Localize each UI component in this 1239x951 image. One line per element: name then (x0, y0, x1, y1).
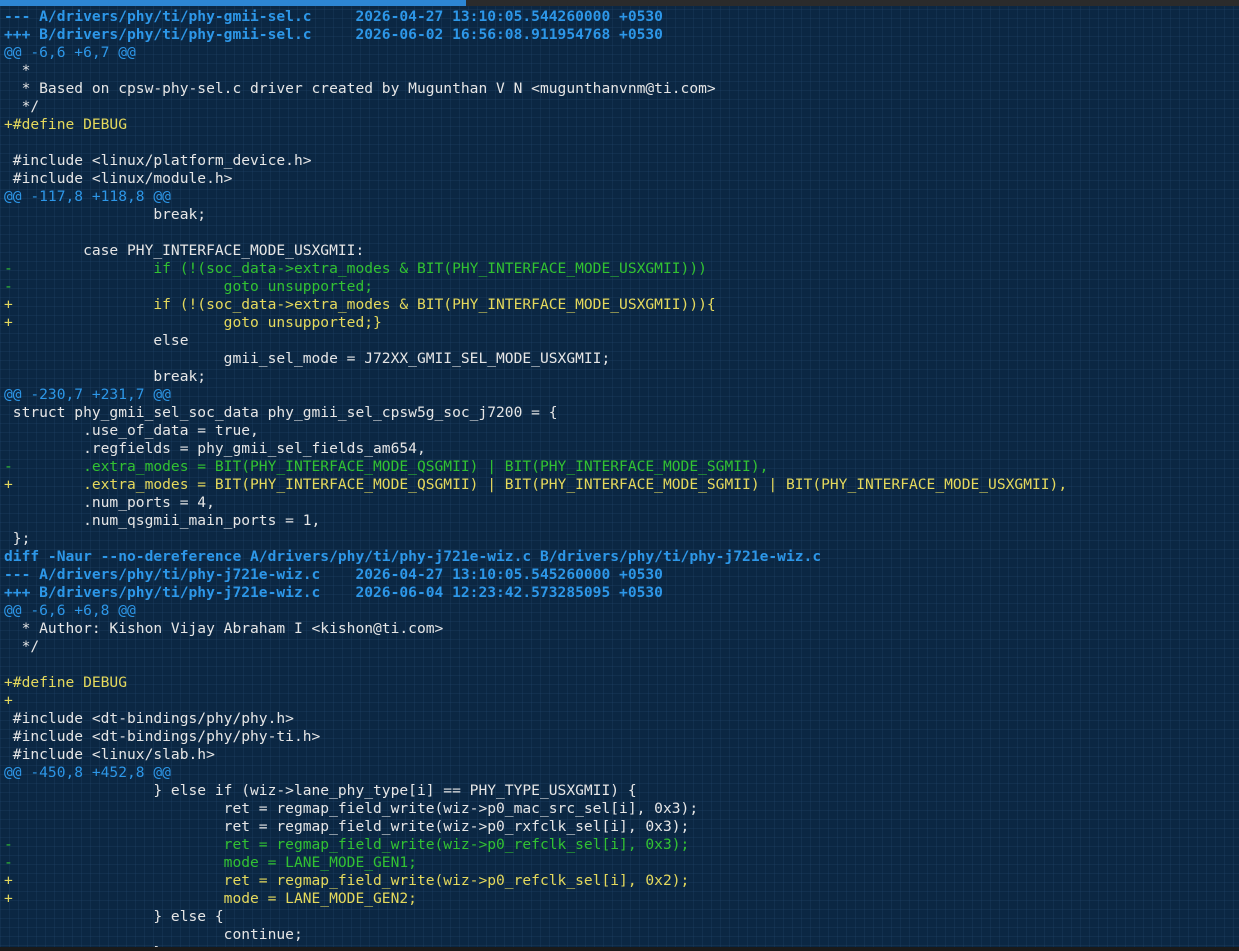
diff-output[interactable]: --- A/drivers/phy/ti/phy-gmii-sel.c 2026… (4, 8, 1234, 948)
diff-removed-line: - goto unsupported; (4, 278, 374, 295)
diff-context-line: #include <linux/slab.h> (4, 746, 215, 763)
diff-context-line: break; (4, 206, 207, 223)
terminal-window[interactable]: --- A/drivers/phy/ti/phy-gmii-sel.c 2026… (0, 0, 1239, 951)
diff-context-line: * Author: Kishon Vijay Abraham I <kishon… (4, 620, 444, 637)
diff-removed-line: - .extra_modes = BIT(PHY_INTERFACE_MODE_… (4, 458, 769, 475)
diff-context-line (4, 134, 1234, 152)
diff-context-line: * Based on cpsw-phy-sel.c driver created… (4, 80, 716, 97)
diff-context-line: ret = regmap_field_write(wiz->p0_rxfclk_… (4, 818, 690, 835)
diff-added-line: +#define DEBUG (4, 674, 128, 691)
diff-file-header-line: --- A/drivers/phy/ti/phy-gmii-sel.c 2026… (4, 8, 663, 25)
diff-context-line: break; (4, 368, 207, 385)
diff-hunk-header-line: @@ -6,6 +6,8 @@ (4, 602, 136, 619)
terminal-bottom-edge (0, 947, 1239, 951)
diff-hunk-header-line: @@ -230,7 +231,7 @@ (4, 386, 171, 403)
diff-added-line: + .extra_modes = BIT(PHY_INTERFACE_MODE_… (4, 476, 1068, 493)
diff-context-line: continue; (4, 926, 303, 943)
diff-context-line: .use_of_data = true, (4, 422, 259, 439)
diff-context-line: #include <dt-bindings/phy/phy-ti.h> (4, 728, 321, 745)
diff-removed-line: - mode = LANE_MODE_GEN1; (4, 854, 417, 871)
diff-file-header-line: +++ B/drivers/phy/ti/phy-gmii-sel.c 2026… (4, 26, 663, 43)
diff-context-line: * (4, 62, 31, 79)
active-tab-indicator[interactable] (0, 0, 466, 6)
diff-added-line: + if (!(soc_data->extra_modes & BIT(PHY_… (4, 296, 716, 313)
diff-context-line: }; (4, 530, 31, 547)
diff-hunk-header-line: @@ -117,8 +118,8 @@ (4, 188, 171, 205)
diff-removed-line: - if (!(soc_data->extra_modes & BIT(PHY_… (4, 260, 707, 277)
diff-added-line: +#define DEBUG (4, 116, 128, 133)
diff-context-line: */ (4, 98, 40, 115)
diff-context-line: ret = regmap_field_write(wiz->p0_mac_src… (4, 800, 699, 817)
diff-added-line: + goto unsupported;} (4, 314, 382, 331)
diff-context-line: case PHY_INTERFACE_MODE_USXGMII: (4, 242, 365, 259)
diff-context-line: #include <linux/platform_device.h> (4, 152, 312, 169)
diff-context-line: #include <linux/module.h> (4, 170, 233, 187)
diff-context-line (4, 224, 1234, 242)
diff-command-line: diff -Naur --no-dereference A/drivers/ph… (4, 548, 822, 565)
diff-context-line: } else if (wiz->lane_phy_type[i] == PHY_… (4, 782, 637, 799)
diff-hunk-header-line: @@ -450,8 +452,8 @@ (4, 764, 171, 781)
diff-context-line (4, 656, 1234, 674)
diff-context-line: .num_ports = 4, (4, 494, 215, 511)
diff-removed-line: - ret = regmap_field_write(wiz->p0_refcl… (4, 836, 690, 853)
diff-added-line: + ret = regmap_field_write(wiz->p0_refcl… (4, 872, 690, 889)
diff-context-line: else (4, 332, 189, 349)
diff-context-line: .regfields = phy_gmii_sel_fields_am654, (4, 440, 426, 457)
diff-file-header-line: --- A/drivers/phy/ti/phy-j721e-wiz.c 202… (4, 566, 663, 583)
diff-context-line: .num_qsgmii_main_ports = 1, (4, 512, 321, 529)
terminal-tab-bar (0, 0, 1239, 6)
diff-context-line: gmii_sel_mode = J72XX_GMII_SEL_MODE_USXG… (4, 350, 611, 367)
diff-file-header-line: +++ B/drivers/phy/ti/phy-j721e-wiz.c 202… (4, 584, 663, 601)
diff-added-line: + mode = LANE_MODE_GEN2; (4, 890, 417, 907)
diff-hunk-header-line: @@ -6,6 +6,7 @@ (4, 44, 136, 61)
diff-added-line: + (4, 692, 13, 709)
diff-context-line: #include <dt-bindings/phy/phy.h> (4, 710, 294, 727)
diff-context-line: struct phy_gmii_sel_soc_data phy_gmii_se… (4, 404, 558, 421)
diff-context-line: } else { (4, 908, 224, 925)
diff-context-line: */ (4, 638, 40, 655)
